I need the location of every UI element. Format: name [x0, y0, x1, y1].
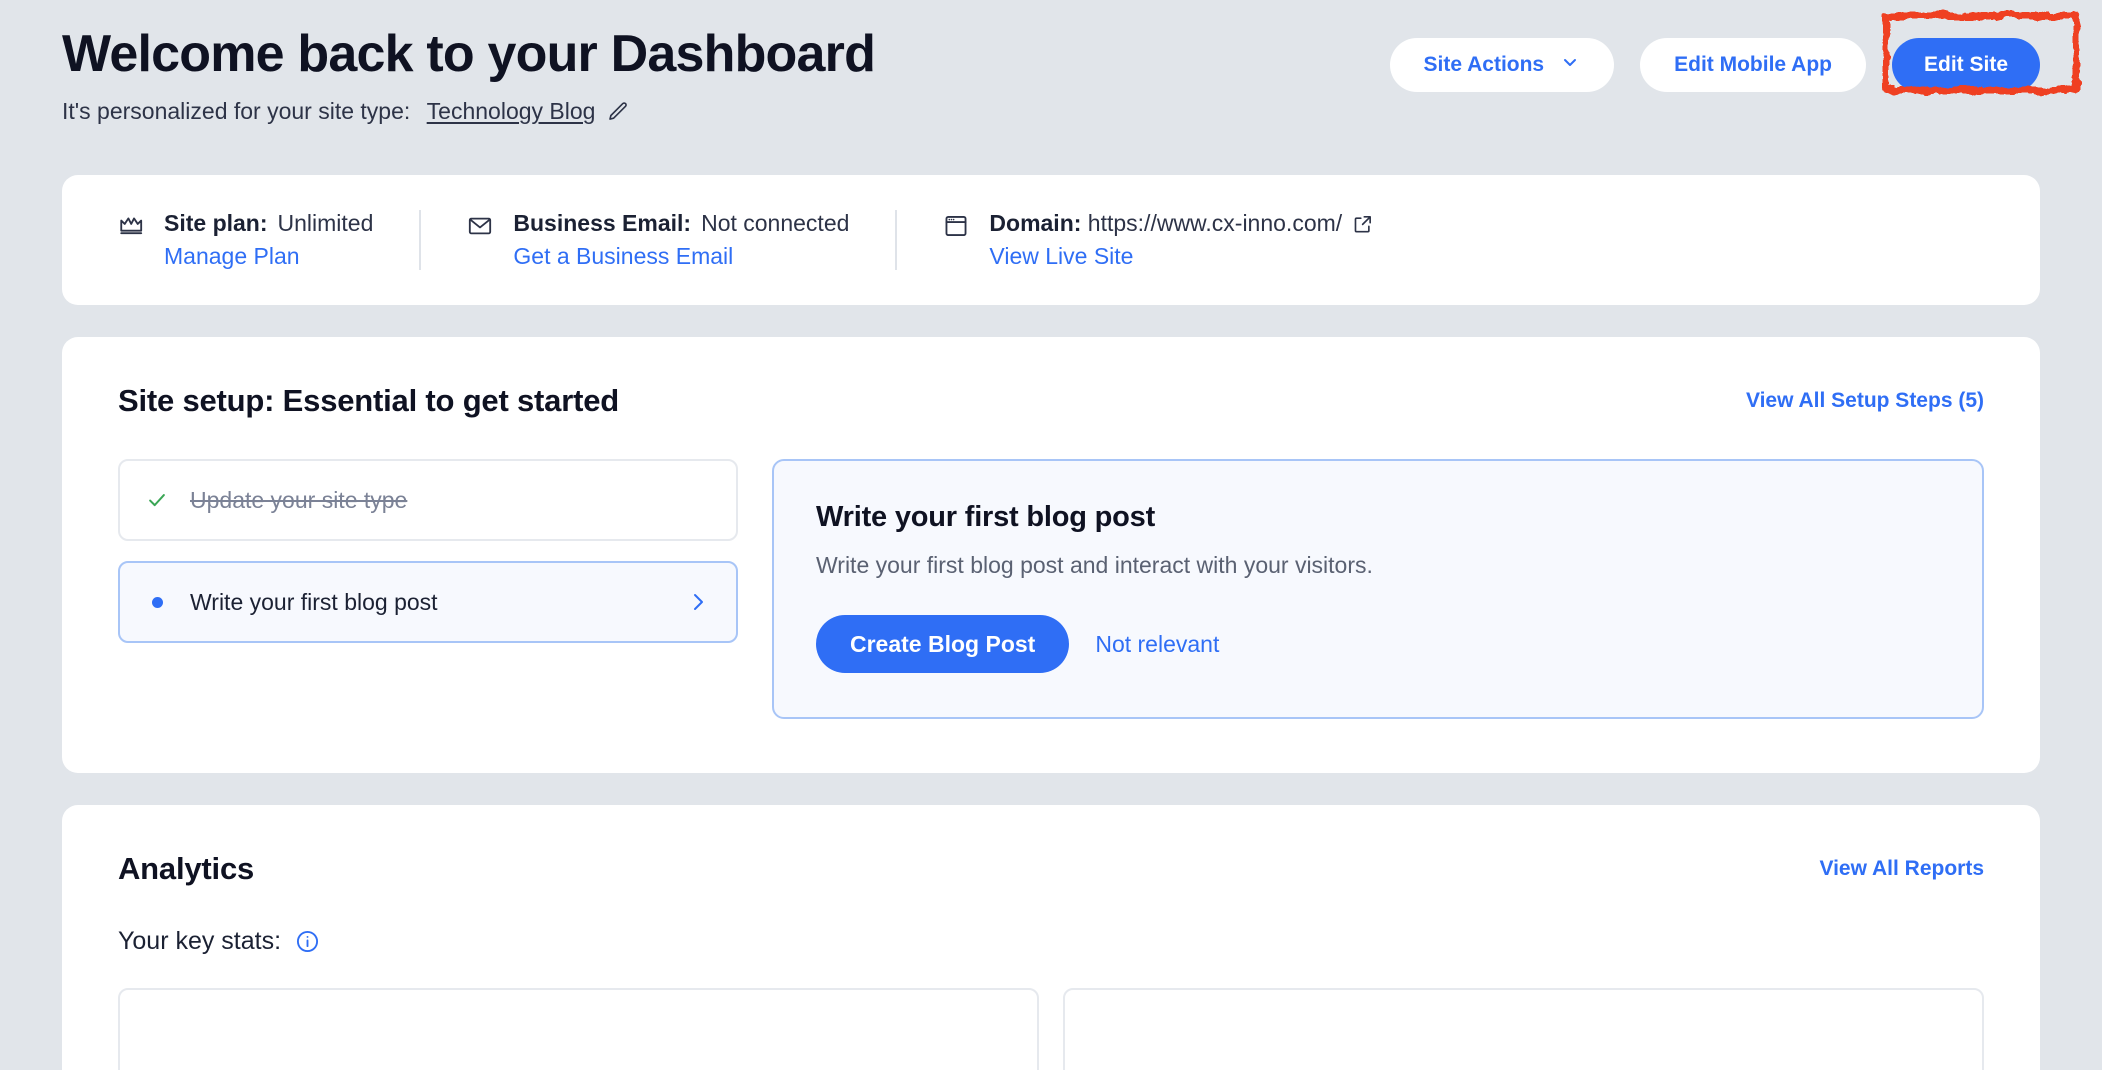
setup-header: Site setup: Essential to get started Vie… [118, 383, 1984, 419]
info-line: Business Email: Not connected [513, 210, 849, 237]
site-setup-card: Site setup: Essential to get started Vie… [62, 337, 2040, 773]
info-label: Domain: [989, 210, 1082, 236]
info-item-business-email: Business Email: Not connected Get a Busi… [419, 210, 895, 270]
page-header: Welcome back to your Dashboard It's pers… [62, 0, 2080, 175]
dashboard-page: Welcome back to your Dashboard It's pers… [0, 0, 2102, 1070]
setup-step-label: Write your first blog post [190, 588, 438, 615]
key-stats-row: Your key stats: [118, 927, 1984, 956]
external-link-icon[interactable] [1352, 213, 1374, 235]
info-line: Site plan: Unlimited [164, 210, 373, 237]
create-blog-post-button[interactable]: Create Blog Post [816, 615, 1070, 673]
get-business-email-link[interactable]: Get a Business Email [513, 243, 849, 270]
analytics-header: Analytics View All Reports [118, 851, 1984, 887]
detail-description: Write your first blog post and interact … [816, 552, 1373, 578]
subtitle-text: It's personalized for your site type: [62, 98, 417, 125]
site-type-link[interactable]: Technology Blog [427, 98, 596, 125]
site-actions-label: Site Actions [1423, 53, 1545, 76]
check-icon [146, 489, 168, 511]
info-lines: Domain: https://www.cx-inno.com/ View Li… [989, 210, 1374, 270]
dot-icon [146, 596, 168, 608]
setup-step-label: Update your site type [190, 486, 408, 513]
site-actions-button[interactable]: Site Actions [1389, 38, 1615, 92]
stat-card-list [118, 988, 1984, 1070]
info-lines: Site plan: Unlimited Manage Plan [164, 210, 373, 270]
browser-window-icon [943, 213, 969, 270]
info-circle-icon[interactable] [295, 929, 320, 954]
site-info-bar: Site plan: Unlimited Manage Plan Busines… [62, 175, 2040, 305]
view-all-setup-steps-link[interactable]: View All Setup Steps (5) [1746, 389, 1984, 413]
not-relevant-link[interactable]: Not relevant [1095, 631, 1219, 658]
detail-title: Write your first blog post [816, 501, 1156, 533]
header-actions: Site Actions Edit Mobile App Edit Site [1389, 38, 2040, 92]
chevron-right-icon [686, 590, 710, 614]
info-line: Domain: https://www.cx-inno.com/ [989, 210, 1374, 237]
setup-title: Site setup: Essential to get started [118, 383, 619, 418]
info-value: Not connected [701, 210, 850, 236]
info-item-site-plan: Site plan: Unlimited Manage Plan [118, 210, 419, 270]
analytics-title: Analytics [118, 851, 255, 886]
manage-plan-link[interactable]: Manage Plan [164, 243, 373, 270]
detail-actions: Create Blog Post Not relevant [816, 615, 1940, 673]
view-all-reports-link[interactable]: View All Reports [1819, 857, 1984, 881]
info-lines: Business Email: Not connected Get a Busi… [513, 210, 849, 270]
domain-value: https://www.cx-inno.com/ [1081, 210, 1343, 236]
setup-detail-panel: Write your first blog post Write your fi… [772, 459, 1984, 719]
subtitle-row: It's personalized for your site type: Te… [62, 98, 2040, 125]
edit-site-button[interactable]: Edit Site [1891, 38, 2040, 92]
stat-card[interactable] [118, 988, 1039, 1070]
stat-card[interactable] [1063, 988, 1984, 1070]
setup-step-write-first-blog-post[interactable]: Write your first blog post [118, 561, 738, 643]
crown-icon [118, 213, 144, 270]
edit-mobile-app-button[interactable]: Edit Mobile App [1640, 38, 1866, 92]
pencil-icon[interactable] [605, 99, 631, 125]
info-item-domain: Domain: https://www.cx-inno.com/ View Li… [895, 210, 1420, 270]
setup-body: Update your site type Write your first b… [118, 459, 1984, 719]
envelope-icon [467, 213, 493, 270]
info-label: Business Email: [513, 210, 692, 236]
info-label: Site plan: [164, 210, 268, 236]
analytics-card: Analytics View All Reports Your key stat… [62, 805, 2040, 1070]
setup-step-update-site-type[interactable]: Update your site type [118, 459, 738, 541]
view-live-site-link[interactable]: View Live Site [989, 243, 1374, 270]
chevron-down-icon [1560, 52, 1580, 78]
setup-step-list: Update your site type Write your first b… [118, 459, 738, 643]
key-stats-label: Your key stats: [118, 927, 282, 955]
info-value: Unlimited [277, 210, 374, 236]
